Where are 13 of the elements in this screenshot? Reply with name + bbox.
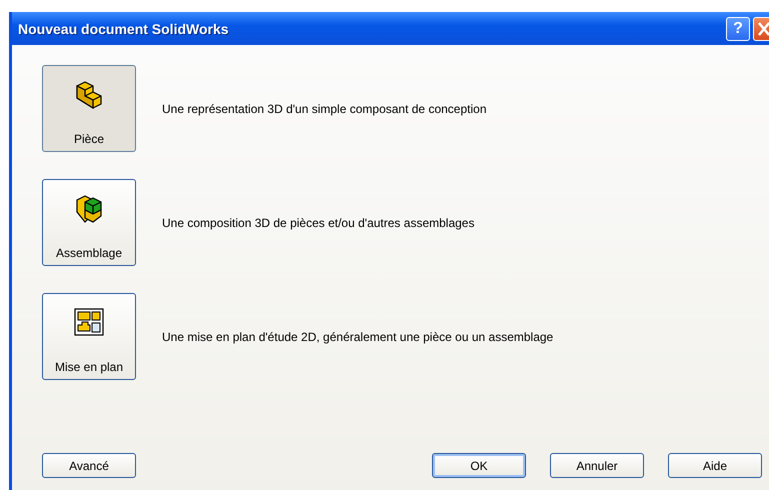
document-type-description: Une représentation 3D d'un simple composant de conception [162,102,486,116]
dialog-button[interactable]: Annuler [550,453,644,478]
dialog-button[interactable]: Aide [668,453,762,478]
drawing-sheet-icon [73,306,105,338]
document-type-description: Une composition 3D de pièces et/ou d'autres assemblages [162,216,474,230]
document-type-button[interactable]: Assemblage [42,179,136,266]
dialog-button[interactable]: Avancé [42,453,136,478]
dialog-button[interactable]: OK [432,453,526,478]
document-type-button[interactable]: Pièce [42,65,136,152]
window-title: Nouveau document SolidWorks [17,20,229,36]
document-type-button[interactable]: Mise en plan [42,293,136,380]
close-button[interactable] [753,16,769,40]
document-type-description: Une mise en plan d'étude 2D, généralement une pièce ou un assemblage [162,330,554,344]
